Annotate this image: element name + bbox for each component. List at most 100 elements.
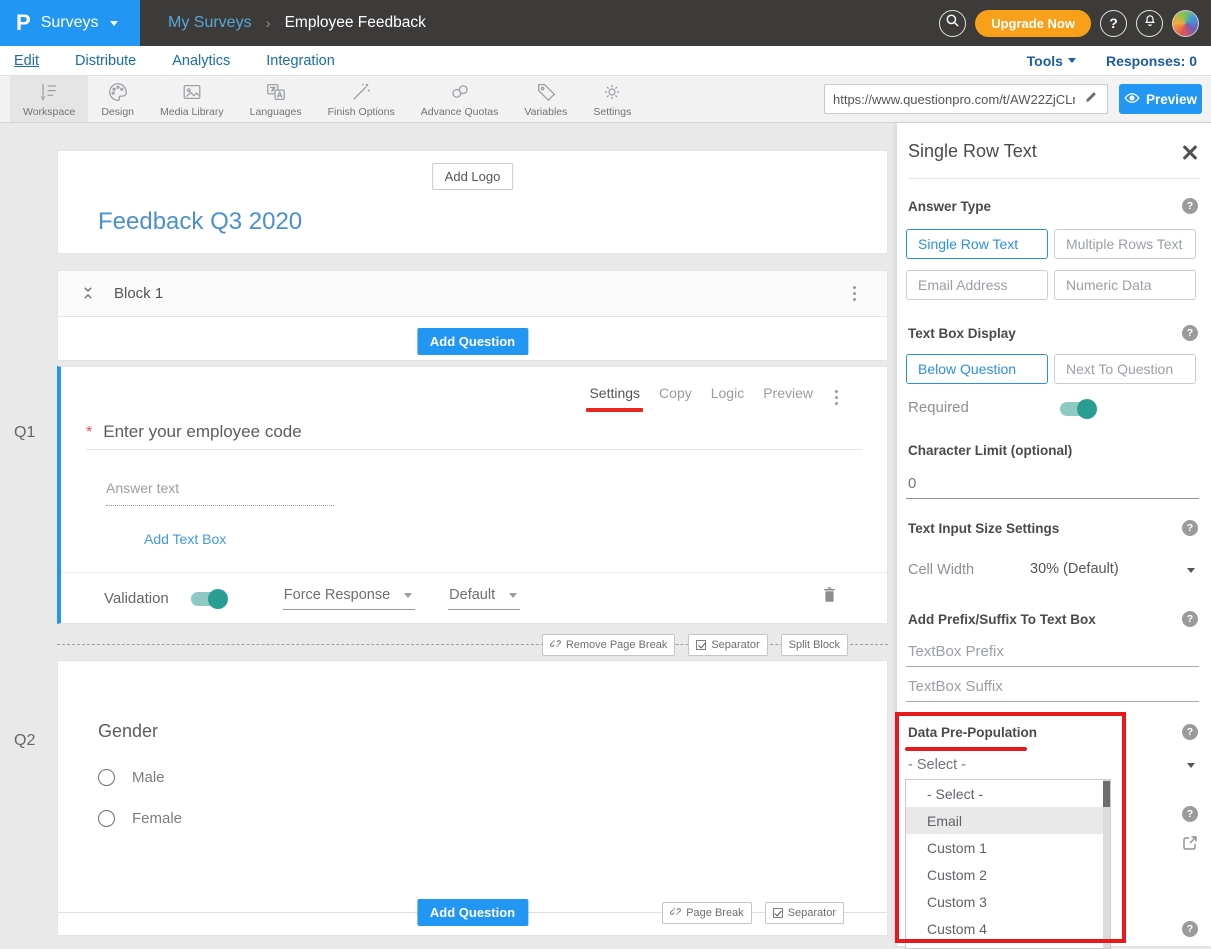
- editor-toolbar: Workspace Design Media Library: [0, 75, 1211, 123]
- help-icon[interactable]: ?: [1182, 921, 1198, 937]
- dropdown-option-custom4[interactable]: Custom 4: [906, 915, 1110, 942]
- tab-question-copy[interactable]: Copy: [659, 385, 692, 401]
- prepopulation-select[interactable]: - Select -: [908, 757, 966, 773]
- radio-icon[interactable]: [98, 769, 115, 786]
- survey-url-field[interactable]: https://www.questionpro.com/t/AW22ZjCLr: [824, 84, 1108, 114]
- remove-page-break-label: Remove Page Break: [566, 639, 668, 651]
- dropdown-option-custom1[interactable]: Custom 1: [906, 834, 1110, 861]
- survey-title[interactable]: Feedback Q3 2020: [98, 208, 302, 236]
- chevron-down-icon: [404, 593, 412, 598]
- radio-icon[interactable]: [98, 810, 115, 827]
- tab-distribute[interactable]: Distribute: [75, 53, 136, 69]
- cell-width-value[interactable]: 30% (Default): [1030, 561, 1119, 577]
- tab-question-preview[interactable]: Preview: [763, 385, 813, 401]
- default-dropdown[interactable]: Default: [448, 587, 520, 610]
- page-break-button[interactable]: Page Break: [662, 902, 751, 924]
- toolbar-item-variables[interactable]: Variables: [511, 76, 580, 122]
- validation-label: Validation: [104, 590, 169, 607]
- question-menu-icon[interactable]: [832, 387, 841, 408]
- toolbar-item-design[interactable]: Design: [88, 76, 147, 122]
- help-icon[interactable]: ?: [1182, 611, 1198, 627]
- answer-type-label: Answer Type: [908, 199, 991, 214]
- edit-url-button[interactable]: [1075, 85, 1107, 113]
- eye-icon: [1124, 92, 1140, 107]
- separator-button-bottom[interactable]: Separator: [765, 902, 844, 924]
- question-text[interactable]: Enter your employee code: [103, 422, 301, 442]
- option-label[interactable]: Male: [132, 769, 165, 786]
- option-label[interactable]: Female: [132, 810, 182, 827]
- block-menu-icon[interactable]: [850, 283, 859, 304]
- display-next-to-question[interactable]: Next To Question: [1054, 354, 1196, 384]
- help-icon[interactable]: ?: [1182, 198, 1198, 214]
- separator-button-mid[interactable]: Separator: [688, 634, 767, 656]
- add-logo-button[interactable]: Add Logo: [432, 163, 514, 190]
- preview-button[interactable]: Preview: [1119, 84, 1202, 114]
- toolbar-item-media-library[interactable]: Media Library: [147, 76, 237, 122]
- question-number-q1: Q1: [14, 424, 35, 442]
- search-button[interactable]: [939, 10, 966, 37]
- tab-analytics[interactable]: Analytics: [172, 53, 230, 69]
- input-underline: [906, 666, 1199, 667]
- split-block-button[interactable]: Split Block: [781, 634, 848, 656]
- toolbar-item-settings[interactable]: Settings: [580, 76, 644, 122]
- textbox-suffix-input[interactable]: TextBox Suffix: [908, 678, 1003, 695]
- dropdown-option-custom3[interactable]: Custom 3: [906, 888, 1110, 915]
- collapse-block-icon[interactable]: [80, 284, 96, 307]
- tab-question-logic[interactable]: Logic: [711, 385, 744, 401]
- help-icon[interactable]: ?: [1182, 806, 1198, 822]
- avatar[interactable]: [1172, 10, 1199, 37]
- help-button[interactable]: ?: [1100, 10, 1127, 37]
- character-limit-input[interactable]: 0: [908, 475, 916, 492]
- product-menu[interactable]: P Surveys: [0, 0, 140, 46]
- help-icon[interactable]: ?: [1182, 724, 1198, 740]
- block-title[interactable]: Block 1: [114, 285, 163, 302]
- question-text-row: * Enter your employee code: [86, 422, 302, 442]
- dropdown-option-select[interactable]: - Select -: [906, 780, 1110, 807]
- dropdown-option-email[interactable]: Email: [906, 807, 1110, 834]
- add-question-button-bottom[interactable]: Add Question: [417, 899, 528, 926]
- chevron-down-icon[interactable]: [1187, 763, 1195, 768]
- toolbar-item-finish-options[interactable]: Finish Options: [315, 76, 408, 122]
- dropdown-scrollbar[interactable]: [1103, 780, 1110, 948]
- chevron-down-icon[interactable]: [1187, 568, 1195, 573]
- tab-edit[interactable]: Edit: [14, 53, 39, 69]
- remove-page-break-button[interactable]: Remove Page Break: [542, 634, 676, 656]
- dropdown-option-custom2[interactable]: Custom 2: [906, 861, 1110, 888]
- force-response-dropdown[interactable]: Force Response: [283, 587, 415, 610]
- add-question-button-top[interactable]: Add Question: [417, 328, 528, 355]
- answer-type-multiple-rows[interactable]: Multiple Rows Text: [1054, 229, 1196, 259]
- help-icon[interactable]: ?: [1182, 325, 1198, 341]
- default-value: Default: [449, 587, 495, 603]
- textbox-prefix-input[interactable]: TextBox Prefix: [908, 643, 1004, 660]
- scrollbar-thumb[interactable]: [1103, 781, 1110, 807]
- upgrade-now-button[interactable]: Upgrade Now: [975, 10, 1091, 37]
- search-icon: [945, 13, 960, 33]
- delete-question-button[interactable]: [822, 586, 837, 609]
- add-text-box-link[interactable]: Add Text Box: [144, 531, 226, 547]
- display-below-question[interactable]: Below Question: [906, 354, 1048, 384]
- question-text[interactable]: Gender: [98, 721, 158, 742]
- required-toggle[interactable]: [1060, 402, 1095, 416]
- divider: [61, 572, 887, 573]
- toolbar-item-languages[interactable]: Languages: [237, 76, 315, 122]
- prefix-suffix-label: Add Prefix/Suffix To Text Box: [908, 612, 1096, 627]
- close-icon[interactable]: [1182, 144, 1198, 160]
- help-icon[interactable]: ?: [1182, 520, 1198, 536]
- tools-dropdown[interactable]: Tools: [1027, 53, 1076, 69]
- answer-type-single-row[interactable]: Single Row Text: [906, 229, 1048, 259]
- tab-integration[interactable]: Integration: [266, 53, 335, 69]
- validation-toggle[interactable]: [191, 592, 226, 606]
- top-bar: P Surveys My Surveys › Employee Feedback…: [0, 0, 1211, 46]
- external-link-icon[interactable]: [1182, 835, 1198, 856]
- tab-question-settings[interactable]: Settings: [589, 385, 640, 401]
- input-underline: [906, 701, 1199, 702]
- breadcrumb-my-surveys[interactable]: My Surveys: [168, 14, 252, 32]
- toolbar-item-advance-quotas[interactable]: Advance Quotas: [408, 76, 512, 122]
- notifications-button[interactable]: [1136, 10, 1163, 37]
- answer-type-numeric[interactable]: Numeric Data: [1054, 270, 1196, 300]
- answer-type-email[interactable]: Email Address: [906, 270, 1048, 300]
- toolbar-item-workspace[interactable]: Workspace: [10, 76, 88, 122]
- answer-text-placeholder[interactable]: Answer text: [106, 480, 334, 506]
- chevron-down-icon: [1068, 58, 1076, 63]
- question-card-q1: Settings Copy Logic Preview * Enter your…: [57, 366, 888, 624]
